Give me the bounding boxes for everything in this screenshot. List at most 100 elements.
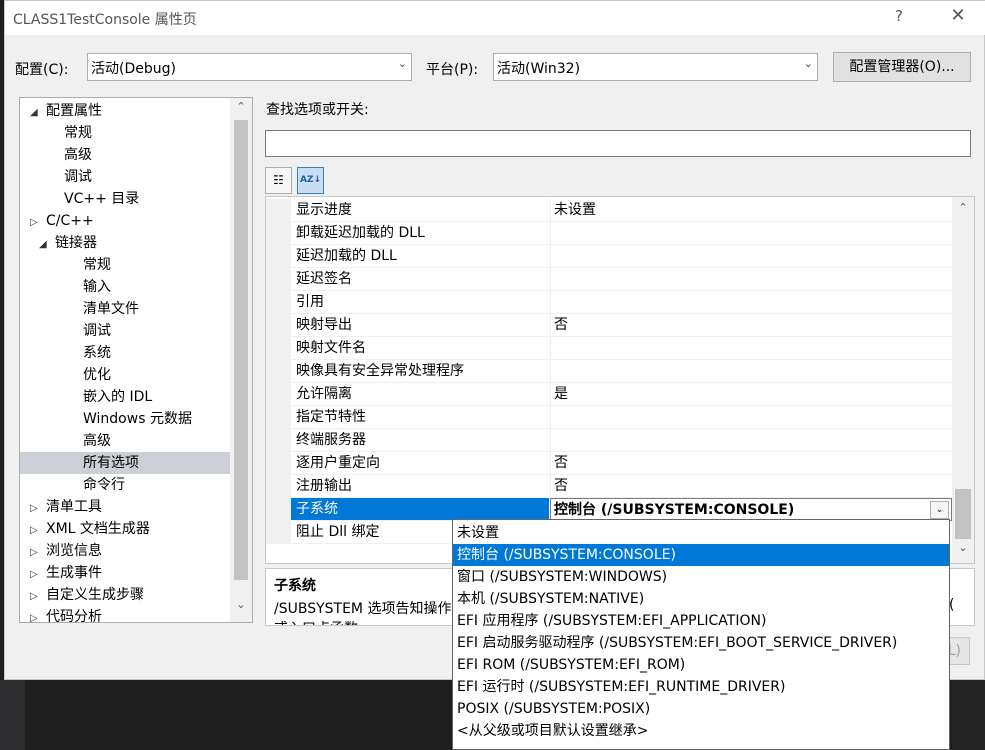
tree-item[interactable]: ◢ 配置属性 [30, 100, 102, 122]
dropdown-option[interactable]: 未设置 [453, 522, 949, 544]
property-name[interactable]: 延迟加载的 DLL [291, 245, 549, 268]
property-value[interactable] [550, 222, 952, 245]
tree-item[interactable]: ▷ 浏览信息 [30, 540, 102, 562]
tree-item[interactable]: 清单文件 [83, 298, 139, 320]
tree-item[interactable]: 常规 [83, 254, 111, 276]
scroll-up-icon[interactable]: ⌃ [952, 201, 974, 214]
tree-item[interactable]: ▷ XML 文档生成器 [30, 518, 150, 540]
property-row[interactable]: 延迟签名 [266, 268, 952, 291]
tree-item[interactable]: 命令行 [83, 474, 125, 496]
collapsed-icon[interactable]: ▷ [30, 564, 46, 586]
dropdown-option[interactable]: 本机 (/SUBSYSTEM:NATIVE) [453, 588, 949, 610]
property-value[interactable] [550, 268, 952, 291]
dropdown-option[interactable]: 控制台 (/SUBSYSTEM:CONSOLE) [453, 544, 949, 566]
property-value[interactable] [550, 337, 952, 360]
property-value[interactable]: 未设置 [550, 199, 952, 222]
tree-item[interactable]: 系统 [83, 342, 111, 364]
property-row[interactable]: 终端服务器 [266, 429, 952, 452]
property-name[interactable]: 终端服务器 [291, 429, 549, 452]
property-value[interactable]: 否 [550, 452, 952, 475]
property-name[interactable]: 映射文件名 [291, 337, 549, 360]
property-row[interactable]: 卸载延迟加载的 DLL [266, 222, 952, 245]
tree-scroll-thumb[interactable] [234, 120, 248, 580]
tree-item[interactable]: ▷ C/C++ [30, 210, 94, 232]
property-name[interactable]: 卸载延迟加载的 DLL [291, 222, 549, 245]
property-name[interactable]: 子系统 [291, 498, 549, 521]
property-row[interactable]: 指定节特性 [266, 406, 952, 429]
property-name[interactable]: 指定节特性 [291, 406, 549, 429]
tree-item[interactable]: ▷ 自定义生成步骤 [30, 584, 144, 606]
tree-item[interactable]: 嵌入的 IDL [83, 386, 152, 408]
property-row[interactable]: 注册输出否 [266, 475, 952, 498]
alphabetical-view-button[interactable]: AZ↓ [297, 167, 324, 194]
tree-item[interactable]: Windows 元数据 [83, 408, 192, 430]
property-name[interactable]: 逐用户重定向 [291, 452, 549, 475]
tree-item[interactable]: 所有选项 [20, 452, 230, 474]
property-name[interactable]: 映像具有安全异常处理程序 [291, 360, 549, 383]
dropdown-option[interactable]: POSIX (/SUBSYSTEM:POSIX) [453, 698, 949, 720]
property-value[interactable]: 是 [550, 383, 952, 406]
property-row[interactable]: 映射文件名 [266, 337, 952, 360]
scroll-down-icon[interactable]: ⌄ [230, 598, 252, 611]
property-row[interactable]: 子系统 控制台 (/SUBSYSTEM:CONSOLE) ⌄ [266, 498, 952, 521]
tree-item[interactable]: ◢ 链接器 [39, 232, 97, 254]
tree-item[interactable]: 调试 [64, 166, 92, 188]
expanded-icon[interactable]: ◢ [30, 102, 46, 124]
collapsed-icon[interactable]: ▷ [30, 608, 46, 622]
scroll-up-icon[interactable]: ⌃ [230, 100, 252, 113]
collapsed-icon[interactable]: ▷ [30, 498, 46, 520]
tree-item[interactable]: VC++ 目录 [64, 188, 139, 210]
property-value[interactable]: 否 [550, 475, 952, 498]
chevron-down-icon[interactable]: ⌄ [930, 501, 949, 519]
collapsed-icon[interactable]: ▷ [30, 212, 46, 234]
property-value[interactable] [550, 245, 952, 268]
search-input[interactable] [265, 130, 971, 157]
property-name[interactable]: 显示进度 [291, 199, 549, 222]
tree-item[interactable]: 输入 [83, 276, 111, 298]
property-row[interactable]: 引用 [266, 291, 952, 314]
property-name[interactable]: 允许隔离 [291, 383, 549, 406]
property-row[interactable]: 延迟加载的 DLL [266, 245, 952, 268]
tree-item[interactable]: ▷ 生成事件 [30, 562, 102, 584]
property-value[interactable] [550, 360, 952, 383]
expanded-icon[interactable]: ◢ [39, 234, 55, 256]
property-row[interactable]: 映像具有安全异常处理程序 [266, 360, 952, 383]
property-value[interactable]: 否 [550, 314, 952, 337]
dropdown-option[interactable]: 窗口 (/SUBSYSTEM:WINDOWS) [453, 566, 949, 588]
property-name[interactable]: 映射导出 [291, 314, 549, 337]
tree-item[interactable]: ▷ 代码分析 [30, 606, 102, 622]
property-row[interactable]: 允许隔离是 [266, 383, 952, 406]
tree-item[interactable]: 常规 [64, 122, 92, 144]
tree-item[interactable]: 高级 [83, 430, 111, 452]
scroll-down-icon[interactable]: ⌄ [952, 541, 974, 554]
tree-item[interactable]: ▷ 清单工具 [30, 496, 102, 518]
property-name[interactable]: 引用 [291, 291, 549, 314]
collapsed-icon[interactable]: ▷ [30, 586, 46, 608]
close-button[interactable]: ✕ [943, 5, 973, 31]
categorized-view-button[interactable]: ☷ [265, 167, 292, 194]
property-row[interactable]: 显示进度 未设置 [266, 199, 952, 222]
property-name[interactable]: 延迟签名 [291, 268, 549, 291]
tree-item[interactable]: 高级 [64, 144, 92, 166]
help-button[interactable]: ? [887, 7, 911, 29]
property-value[interactable] [550, 429, 952, 452]
property-name[interactable]: 注册输出 [291, 475, 549, 498]
property-value[interactable]: 控制台 (/SUBSYSTEM:CONSOLE) ⌄ [550, 498, 952, 521]
config-manager-button[interactable]: 配置管理器(O)... [833, 52, 971, 82]
dropdown-option[interactable]: <从父级或项目默认设置继承> [453, 720, 949, 742]
tree-item[interactable]: 调试 [83, 320, 111, 342]
property-row[interactable]: 逐用户重定向否 [266, 452, 952, 475]
property-value[interactable] [550, 291, 952, 314]
collapsed-icon[interactable]: ▷ [30, 520, 46, 542]
dropdown-option[interactable]: EFI ROM (/SUBSYSTEM:EFI_ROM) [453, 654, 949, 676]
property-row[interactable]: 映射导出否 [266, 314, 952, 337]
dropdown-option[interactable]: EFI 应用程序 (/SUBSYSTEM:EFI_APPLICATION) [453, 610, 949, 632]
config-combo[interactable]: 活动(Debug) ⌄ [87, 53, 412, 81]
grid-scroll-thumb[interactable] [955, 489, 971, 539]
tree-item[interactable]: 优化 [83, 364, 111, 386]
property-value[interactable] [550, 406, 952, 429]
dropdown-option[interactable]: EFI 运行时 (/SUBSYSTEM:EFI_RUNTIME_DRIVER) [453, 676, 949, 698]
collapsed-icon[interactable]: ▷ [30, 542, 46, 564]
platform-combo[interactable]: 活动(Win32) ⌄ [493, 53, 818, 81]
dropdown-option[interactable]: EFI 启动服务驱动程序 (/SUBSYSTEM:EFI_BOOT_SERVIC… [453, 632, 949, 654]
